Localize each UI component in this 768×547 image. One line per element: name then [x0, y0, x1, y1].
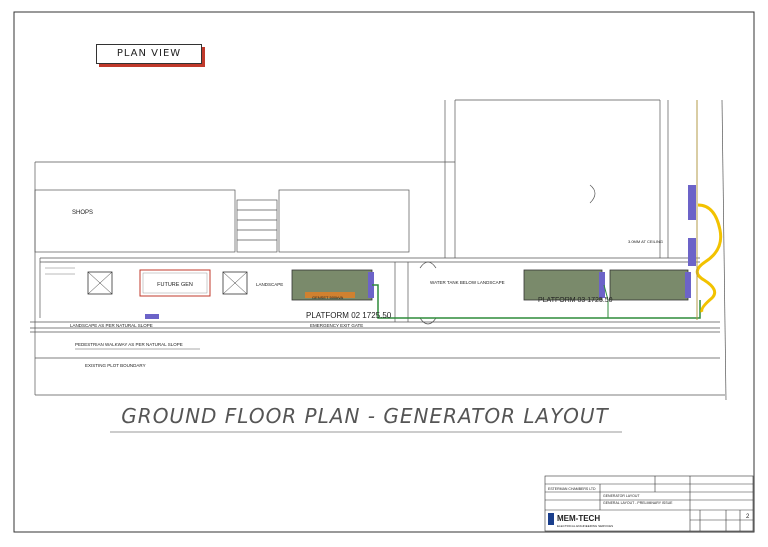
project-subtitle: GENERAL LAYOUT - PRELIMINARY ISSUE — [603, 501, 673, 505]
generator-3 — [609, 269, 691, 301]
shops-label: SHOPS — [72, 210, 93, 216]
panel-left — [145, 314, 159, 319]
future-gen-label: FUTURE GEN — [157, 282, 193, 288]
sheet-number: 2 — [746, 514, 750, 520]
stairs — [45, 261, 75, 275]
company-tagline: ELECTRICAL ENGINEERING SERVICES — [557, 524, 613, 528]
platform-03-label: PLATFORM 03 1725.50 — [538, 297, 613, 304]
panel-lower — [688, 238, 696, 266]
cable-route-yellow — [695, 203, 723, 313]
building-outline — [30, 99, 727, 401]
client-name: ESTERMAN CHAMBERS LTD — [548, 487, 596, 491]
water-tank-label: WATER TANK BELOW LANDSCAPE — [430, 280, 505, 285]
landscape-label: LANDSCAPE — [256, 282, 283, 287]
panel-upper — [688, 185, 696, 220]
genset-label: GENSET 500kVA — [312, 295, 344, 300]
plan-view-tag: PLAN VIEW — [96, 44, 202, 64]
ceiling-note: 3.0MM AT CEILING — [628, 239, 663, 244]
drawing-title: GROUND FLOOR PLAN - GENERATOR LAYOUT — [121, 404, 609, 428]
company-logo-icon — [548, 513, 554, 525]
plot-boundary-label: EXISTING PLOT BOUNDARY — [85, 363, 146, 368]
project-name: GENERATOR LAYOUT — [603, 494, 640, 498]
drawing-sheet: FUTURE GEN SHOPS LANDSCAPE PLATFORM 02 1… — [0, 0, 768, 542]
emergency-exit-label: EMERGENCY EXIT GATE — [310, 323, 363, 328]
floor-plan-drawing: FUTURE GEN SHOPS LANDSCAPE PLATFORM 02 1… — [13, 11, 755, 533]
pedestrian-label: PEDESTRIAN WALKWAY AS PER NATURAL SLOPE — [75, 342, 183, 347]
landscape-slope-label: LANDSCAPE AS PER NATURAL SLOPE — [70, 323, 153, 328]
company-name: MEM-TECH — [557, 514, 600, 523]
platform-02-label: PLATFORM 02 1725.50 — [306, 311, 392, 320]
generator-2 — [523, 269, 605, 301]
